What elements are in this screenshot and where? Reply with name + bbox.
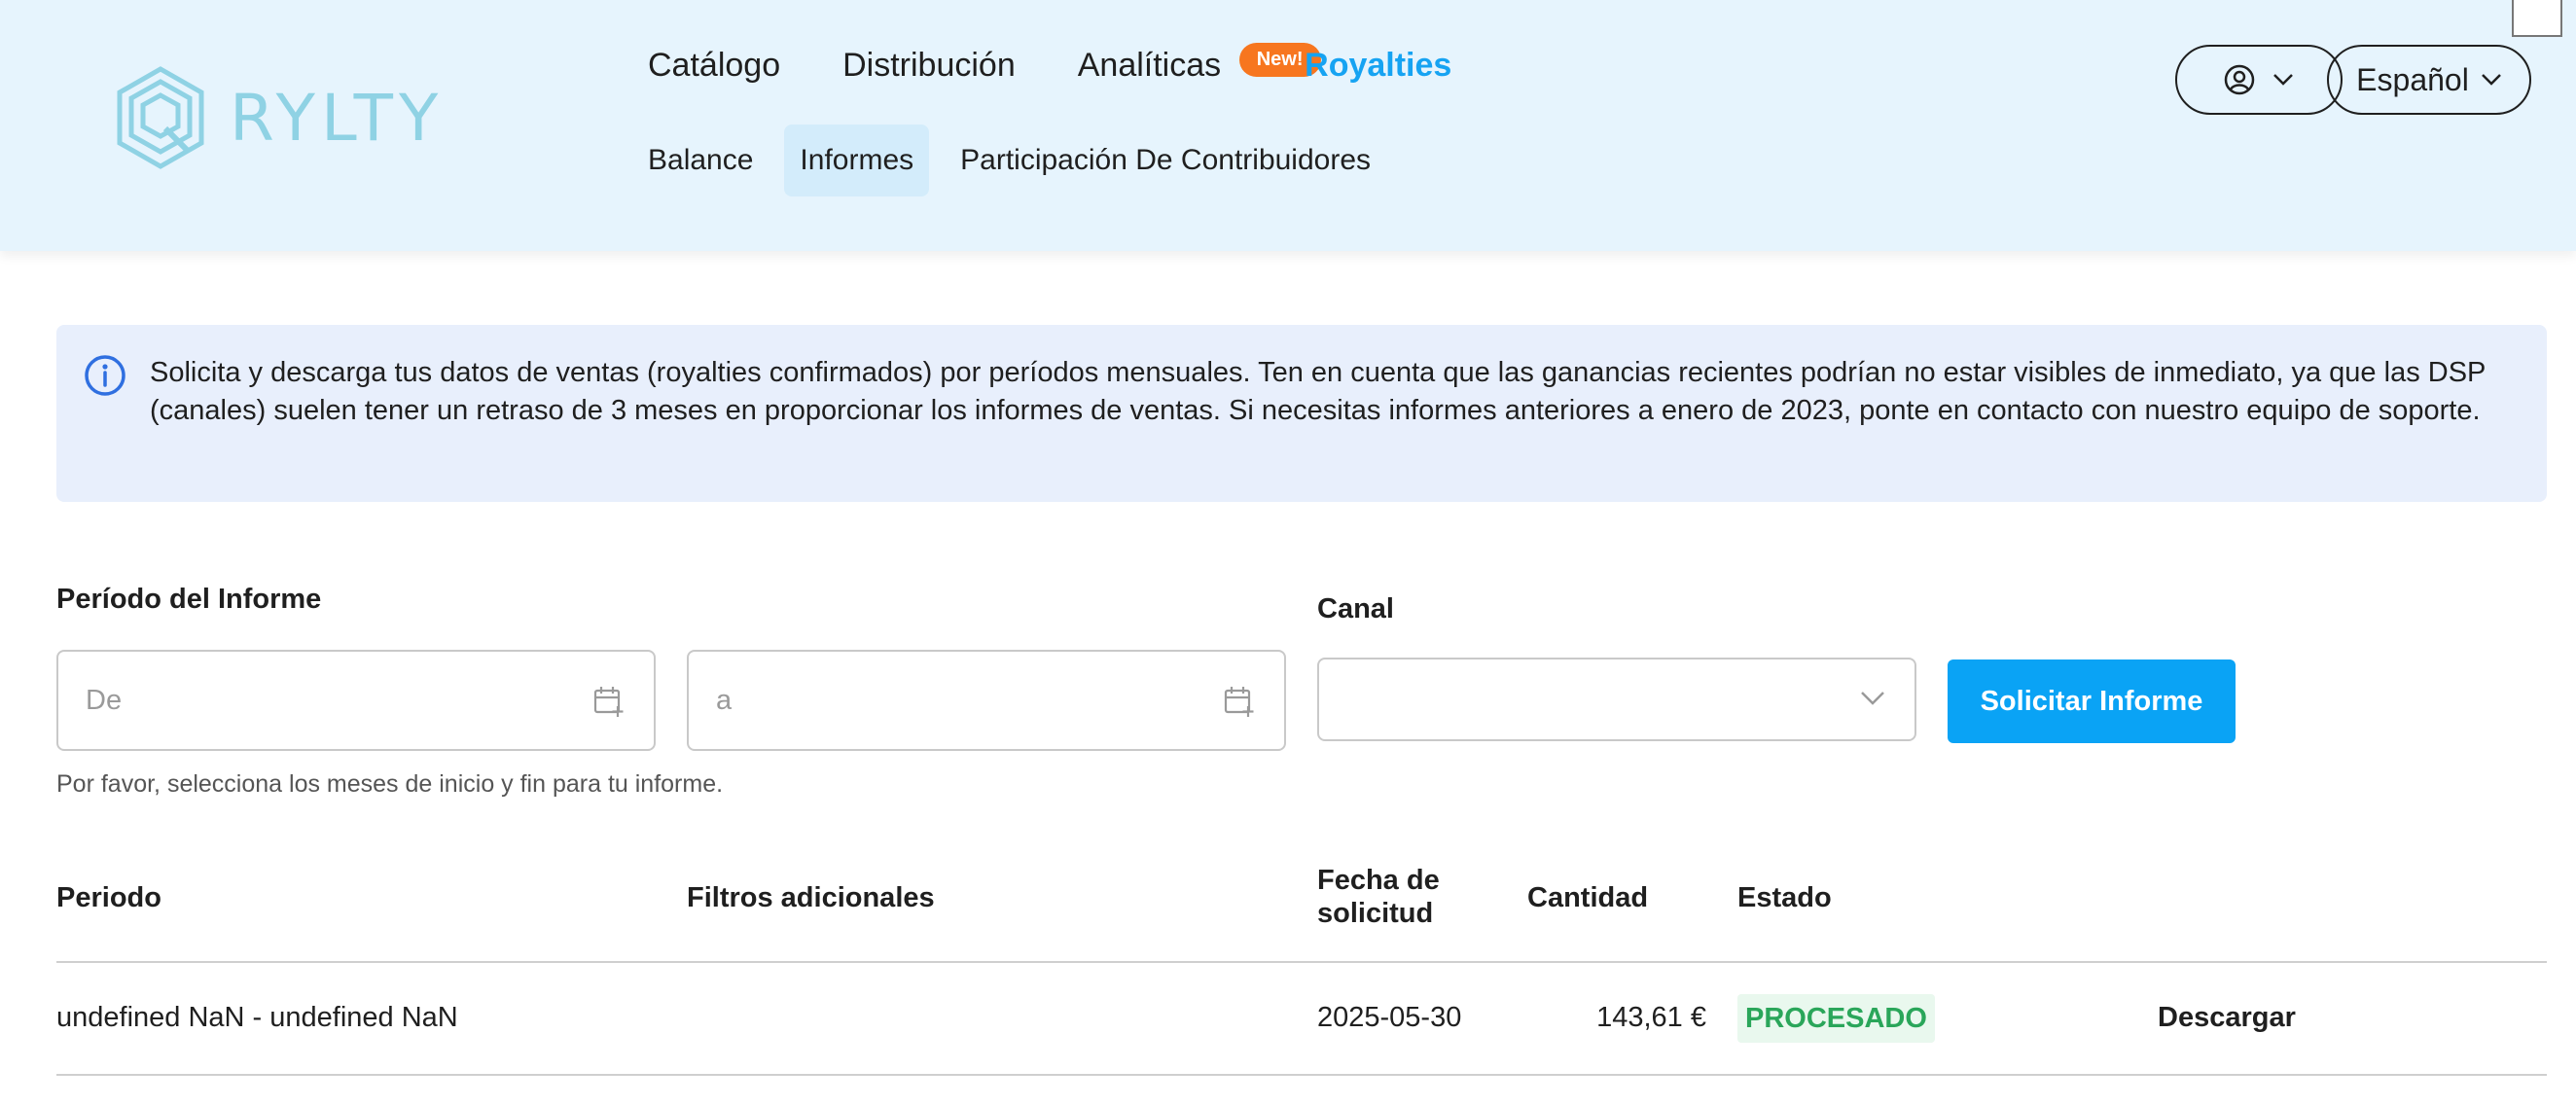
nav-royalties[interactable]: Royalties	[1305, 47, 1451, 85]
rylty-logo-icon	[117, 66, 204, 169]
channel-label: Canal	[1317, 593, 1394, 624]
date-to-input[interactable]: a	[687, 650, 1286, 751]
row-request-date: 2025-05-30	[1317, 1002, 1462, 1033]
logo-text: RYLTY	[230, 80, 445, 156]
channel-select[interactable]	[1317, 658, 1916, 741]
language-selector[interactable]: Español	[2327, 45, 2531, 115]
chevron-down-icon	[1861, 692, 1884, 705]
nav-analiticas[interactable]: Analíticas New!	[1077, 43, 1321, 85]
window-corner-box	[2512, 0, 2562, 37]
info-icon	[85, 355, 125, 396]
subnav-informes[interactable]: Informes	[784, 125, 930, 196]
chevron-down-icon	[2481, 74, 2501, 86]
row-amount: 143,61 €	[1596, 1002, 1706, 1033]
col-header-request-date: Fecha de solicitud	[1317, 864, 1440, 930]
col-header-period: Periodo	[56, 882, 161, 913]
status-badge: PROCESADO	[1737, 994, 1935, 1043]
user-menu-button[interactable]	[2175, 45, 2343, 115]
info-text: Solicita y descarga tus datos de ventas …	[150, 357, 2486, 426]
calendar-add-icon	[1224, 687, 1254, 717]
download-link[interactable]: Descargar	[2158, 1002, 2296, 1034]
sub-nav: Balance Informes Participación De Contri…	[632, 125, 1402, 196]
col-header-request-date-line1: Fecha de	[1317, 865, 1440, 896]
col-header-amount: Cantidad	[1527, 882, 1649, 913]
date-to-placeholder: a	[716, 684, 733, 716]
info-banner: Solicita y descarga tus datos de ventas …	[56, 325, 2547, 502]
nav-catalogo[interactable]: Catálogo	[648, 47, 780, 85]
col-header-filters: Filtros adicionales	[687, 882, 935, 913]
rylty-logo[interactable]: RYLTY	[115, 66, 444, 169]
calendar-add-icon	[593, 687, 624, 717]
row-period: undefined NaN - undefined NaN	[56, 1002, 458, 1033]
subnav-participacion[interactable]: Participación De Contribuidores	[945, 125, 1386, 196]
request-report-button[interactable]: Solicitar Informe	[1948, 659, 2236, 743]
period-label: Período del Informe	[56, 584, 322, 615]
date-from-input[interactable]: De	[56, 650, 656, 751]
table-header-divider	[56, 961, 2547, 963]
nav-analiticas-label: Analíticas	[1077, 47, 1222, 84]
chevron-down-icon	[2273, 74, 2293, 86]
main-nav: Catálogo Distribución Analíticas New! Ro…	[648, 43, 1514, 85]
subnav-balance[interactable]: Balance	[632, 125, 769, 196]
user-circle-icon	[2224, 64, 2255, 95]
col-header-status: Estado	[1737, 882, 1832, 913]
top-header: RYLTY Catálogo Distribución Analíticas N…	[0, 0, 2576, 251]
nav-distribucion[interactable]: Distribución	[842, 47, 1016, 85]
form-hint: Por favor, selecciona los meses de inici…	[56, 770, 724, 798]
language-label: Español	[2356, 61, 2469, 97]
table-row-divider	[56, 1074, 2547, 1076]
col-header-request-date-line2: solicitud	[1317, 898, 1434, 929]
date-from-placeholder: De	[86, 684, 123, 716]
